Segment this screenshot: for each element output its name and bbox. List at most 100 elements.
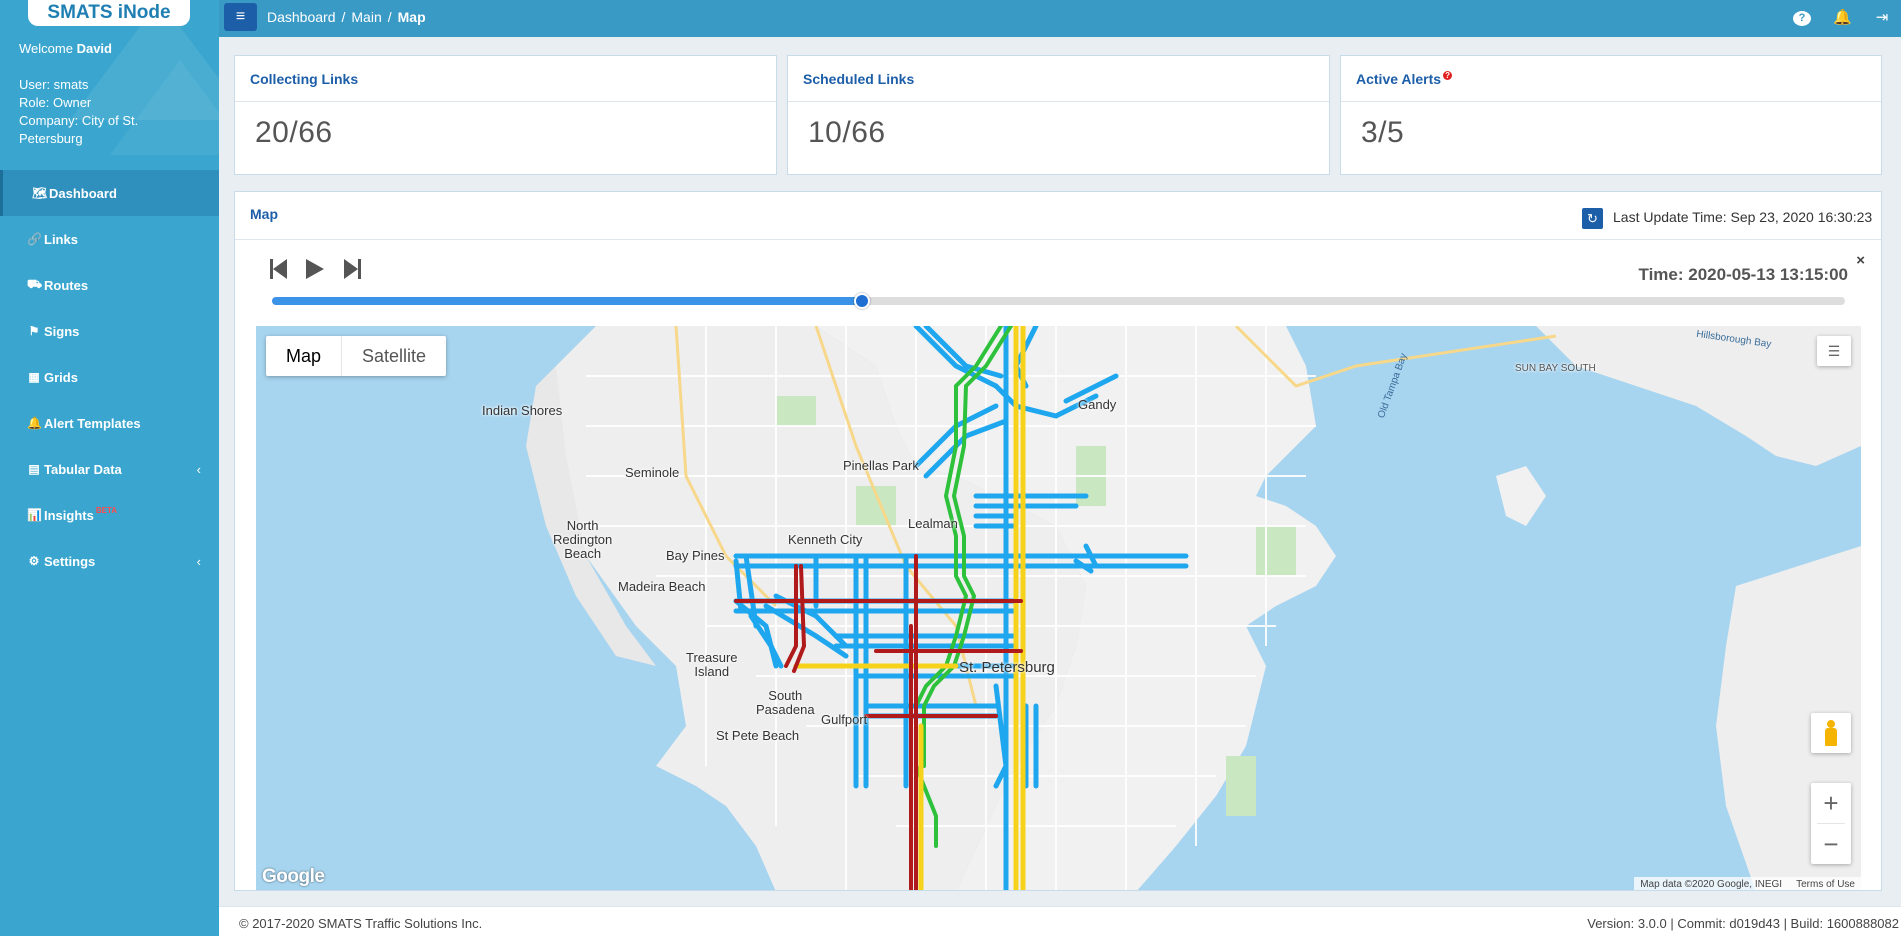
version-info: Version: 3.0.0 | Commit: d019d43 | Build… — [1587, 916, 1899, 931]
gear-icon: ⚙ — [28, 554, 40, 568]
link-icon: 🔗 — [27, 232, 42, 246]
sign-out-icon: ⇥ — [1875, 9, 1889, 26]
grid-icon: ▦ — [28, 370, 40, 384]
map-attribution: Map data ©2020 Google, INEGI Terms of Us… — [1634, 877, 1861, 890]
layers-button[interactable]: ☰ — [1817, 336, 1851, 366]
playback-progress — [272, 297, 862, 305]
zoom-control: + − — [1811, 783, 1851, 864]
playback-slider[interactable] — [272, 293, 1845, 309]
breadcrumb-dashboard[interactable]: Dashboard — [267, 9, 336, 25]
sidebar-item-grids[interactable]: ▦ Grids — [0, 354, 219, 400]
map-panel-header: Map ↻ Last Update Time: Sep 23, 2020 16:… — [235, 192, 1881, 240]
terms-link[interactable]: Terms of Use — [1796, 879, 1855, 890]
map-label: Gulfport — [821, 712, 868, 727]
help-button[interactable]: ? — [1793, 8, 1811, 26]
last-update-time: Last Update Time: Sep 23, 2020 16:30:23 — [1613, 209, 1873, 225]
sidebar-item-insights[interactable]: 📊 Insights BETA — [0, 492, 219, 538]
company-line: Company: City of St. Petersburg — [19, 113, 139, 146]
chevron-left-icon: ‹ — [196, 553, 201, 569]
active-alerts-card: Active Alerts? 3/5 — [1340, 55, 1882, 175]
role-line: Role: Owner — [19, 95, 92, 110]
play-button[interactable] — [305, 258, 325, 286]
map-label: South Pasadena — [756, 688, 815, 717]
map-title: Map — [250, 206, 278, 222]
welcome-text: Welcome David — [19, 41, 112, 56]
map-type-map-button[interactable]: Map — [266, 336, 343, 376]
playback-controls: Time: 2020-05-13 13:15:00 × — [235, 240, 1881, 318]
copyright: © 2017-2020 SMATS Traffic Solutions Inc. — [239, 916, 483, 931]
question-icon: ? — [1793, 11, 1811, 26]
google-logo: Google — [262, 866, 325, 887]
close-playback-button[interactable]: × — [1856, 252, 1865, 269]
topbar-icons: ? 🔔 ⇥ — [1793, 8, 1891, 26]
hamburger-icon: ≡ — [235, 8, 246, 25]
breadcrumb-main[interactable]: Main — [351, 9, 381, 25]
bell-icon: 🔔 — [1833, 9, 1852, 26]
card-title: Scheduled Links — [788, 56, 1329, 102]
bar-chart-icon: 📊 — [27, 508, 42, 522]
attribution-text: Map data ©2020 Google, INEGI — [1640, 879, 1783, 890]
play-icon — [306, 259, 324, 279]
sidebar: SMATS iNode Welcome David User: smats Ro… — [0, 0, 219, 936]
map-label: Kenneth City — [788, 532, 863, 547]
map-label: North Redington Beach — [553, 518, 613, 561]
beta-badge: BETA — [95, 506, 118, 515]
signs-icon: ⚑ — [28, 324, 40, 338]
sidebar-item-dashboard[interactable]: 🗺 Dashboard — [0, 170, 219, 216]
map-icon: 🗺 — [32, 186, 48, 200]
scheduled-links-card: Scheduled Links 10/66 — [787, 55, 1330, 175]
notifications-button[interactable]: 🔔 — [1833, 8, 1852, 26]
map-label: Bay Pines — [666, 548, 725, 563]
card-title: Active Alerts? — [1341, 56, 1881, 102]
refresh-button[interactable]: ↻ — [1582, 208, 1603, 229]
sidebar-item-settings[interactable]: ⚙ Settings ‹ — [0, 538, 219, 584]
menu-toggle-button[interactable]: ≡ — [224, 3, 257, 31]
map-label: St Pete Beach — [716, 728, 800, 743]
sidebar-item-signs[interactable]: ⚑ Signs — [0, 308, 219, 354]
map-label: Gandy — [1078, 397, 1117, 412]
pegman-icon — [1827, 720, 1835, 728]
skip-back-icon — [270, 259, 287, 279]
zoom-in-button[interactable]: + — [1811, 783, 1851, 823]
map-panel: Map ↻ Last Update Time: Sep 23, 2020 16:… — [234, 191, 1882, 891]
skip-back-button[interactable] — [270, 258, 288, 286]
footer: © 2017-2020 SMATS Traffic Solutions Inc.… — [219, 906, 1901, 936]
refresh-icon: ↻ — [1587, 211, 1598, 226]
map-label: Treasure Island — [686, 650, 738, 679]
map-canvas[interactable]: Indian Shores Seminole Pinellas Park Gan… — [256, 326, 1861, 890]
logout-button[interactable]: ⇥ — [1873, 8, 1891, 26]
card-value: 10/66 — [808, 116, 886, 149]
street-view-button[interactable] — [1811, 713, 1851, 753]
list-icon: ☰ — [1827, 343, 1841, 359]
skip-forward-button[interactable] — [343, 258, 361, 286]
breadcrumb-current: Map — [397, 9, 426, 25]
sidebar-item-links[interactable]: 🔗 Links — [0, 216, 219, 262]
map-label: Pinellas Park — [843, 458, 919, 473]
user-info: Welcome David User: smats Role: Owner Co… — [19, 40, 189, 148]
sidebar-item-alert-templates[interactable]: 🔔 Alert Templates — [0, 400, 219, 446]
card-value: 3/5 — [1361, 116, 1405, 149]
sidebar-item-routes[interactable]: ⛟ Routes — [0, 262, 219, 308]
zoom-out-button[interactable]: − — [1811, 824, 1851, 864]
map-type-satellite-button[interactable]: Satellite — [342, 336, 446, 376]
skip-forward-icon — [344, 259, 361, 279]
topbar: ≡ Dashboard / Main / Map ? 🔔 ⇥ — [219, 0, 1901, 37]
brand-logo[interactable]: SMATS iNode — [28, 0, 190, 26]
sidebar-item-tabular-data[interactable]: ▤ Tabular Data ‹ — [0, 446, 219, 492]
bell-icon: 🔔 — [27, 416, 42, 430]
map-label: Madeira Beach — [618, 579, 706, 594]
collecting-links-card: Collecting Links 20/66 — [234, 55, 777, 175]
breadcrumb: Dashboard / Main / Map — [267, 9, 426, 25]
map-label: Lealman — [908, 516, 958, 531]
card-title: Collecting Links — [235, 56, 776, 102]
table-icon: ▤ — [28, 462, 40, 476]
map-label: St. Petersburg — [959, 659, 1055, 676]
road-icon: ⛟ — [27, 277, 43, 291]
user-line: User: smats — [19, 77, 89, 92]
map-type-control: Map Satellite — [266, 336, 447, 376]
alert-help-icon[interactable]: ? — [1443, 71, 1453, 80]
chevron-left-icon: ‹ — [196, 461, 201, 477]
playback-slider-handle[interactable] — [853, 293, 870, 309]
card-value: 20/66 — [255, 116, 333, 149]
playback-time: Time: 2020-05-13 13:15:00 — [1638, 265, 1849, 284]
